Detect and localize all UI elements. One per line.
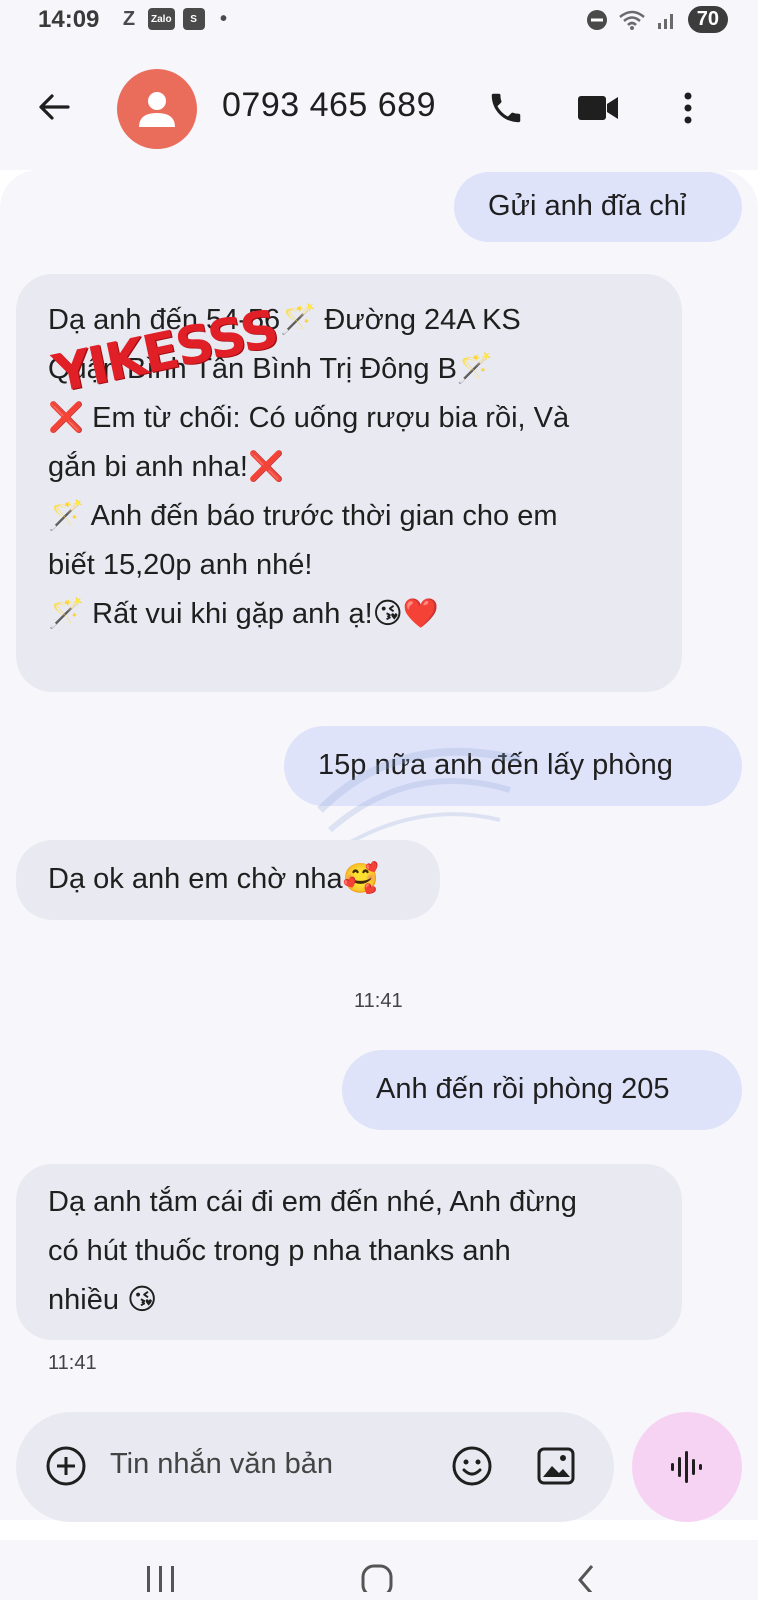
gallery-icon	[537, 1447, 575, 1485]
recent-apps-button[interactable]	[136, 1562, 186, 1600]
message-text: 15p nữa anh đến lấy phòng	[318, 749, 673, 781]
add-attachment-button[interactable]	[42, 1442, 90, 1490]
signal-icon	[657, 13, 673, 29]
navigation-bar	[0, 1540, 758, 1600]
recent-apps-icon	[147, 1566, 174, 1592]
outgoing-message[interactable]: Gửi anh đĩa chỉ	[454, 172, 742, 242]
home-button[interactable]	[352, 1562, 402, 1600]
message-text: 🪄 Rất vui khi gặp anh ạ!😘❤️	[48, 598, 440, 630]
more-vertical-icon	[684, 92, 692, 124]
gallery-button[interactable]	[532, 1442, 580, 1490]
back-nav-button[interactable]	[560, 1562, 610, 1600]
conversation-header: 0793 465 689	[0, 42, 758, 170]
more-notifications-dot: •	[220, 7, 228, 30]
back-arrow-icon	[39, 94, 70, 120]
message-timestamp: 11:41	[48, 1352, 97, 1374]
status-time: 14:09	[38, 6, 100, 33]
contact-name[interactable]: 0793 465 689	[222, 86, 436, 125]
wifi-icon	[618, 10, 645, 30]
do-not-disturb-icon	[586, 9, 607, 30]
person-icon	[139, 92, 175, 127]
message-text: Dạ anh đến 54-56🪄 Đường 24A KS	[48, 304, 521, 336]
emoji-icon	[452, 1446, 492, 1486]
voice-waveform-icon	[671, 1451, 702, 1483]
emoji-button[interactable]	[448, 1442, 496, 1490]
system-icons: 70	[586, 6, 728, 33]
incoming-message[interactable]: Dạ anh đến 54-56🪄 Đường 24A KS Quận Bình…	[16, 274, 682, 692]
incoming-message[interactable]: Dạ ok anh em chờ nha🥰	[16, 840, 440, 920]
z-notification-icon: Z	[122, 7, 136, 30]
outgoing-message[interactable]: Anh đến rồi phòng 205	[342, 1050, 742, 1130]
phone-icon	[491, 93, 521, 123]
video-call-button[interactable]	[576, 86, 620, 130]
message-text: Anh đến rồi phòng 205	[376, 1073, 670, 1105]
message-text: Gửi anh đĩa chỉ	[488, 190, 687, 222]
message-text: có hút thuốc trong p nha thanks anh	[48, 1235, 511, 1267]
time-divider: 11:41	[354, 990, 403, 1012]
status-bar: 14:09 Z Zalo S • 70	[0, 0, 758, 42]
incoming-message[interactable]: Dạ anh tắm cái đi em đến nhé, Anh đừng c…	[16, 1164, 682, 1340]
voice-message-button[interactable]	[632, 1412, 742, 1522]
outgoing-message[interactable]: 15p nữa anh đến lấy phòng	[284, 726, 742, 806]
battery-level: 70	[687, 6, 728, 33]
message-text: nhiều 😘	[48, 1284, 158, 1316]
chevron-left-icon	[578, 1565, 594, 1592]
message-composer[interactable]: Tin nhắn văn bản	[16, 1412, 614, 1522]
message-text: Quận Bình Tân Bình Trị Đông B🪄	[48, 353, 494, 385]
home-icon	[361, 1564, 393, 1592]
message-text: gắn bi anh nha!❌	[48, 451, 285, 483]
contact-avatar[interactable]	[117, 69, 197, 149]
call-button[interactable]	[484, 86, 528, 130]
message-text: ❌ Em từ chối: Có uống rượu bia rồi, Và	[48, 402, 570, 434]
message-text: Dạ ok anh em chờ nha🥰	[48, 863, 379, 895]
zalo-notification-icon: Zalo	[148, 8, 175, 30]
message-text: Dạ anh tắm cái đi em đến nhé, Anh đừng	[48, 1186, 577, 1218]
message-text: biết 15,20p anh nhé!	[48, 549, 313, 581]
notification-icons: Z Zalo S •	[118, 8, 235, 30]
message-input[interactable]: Tin nhắn văn bản	[110, 1448, 333, 1481]
message-text: 🪄 Anh đến báo trước thời gian cho em	[48, 500, 558, 532]
s-notification-icon: S	[182, 8, 205, 30]
add-circle-icon	[46, 1446, 86, 1486]
more-options-button[interactable]	[666, 86, 710, 130]
video-camera-icon	[578, 96, 618, 120]
back-button[interactable]	[34, 87, 74, 127]
